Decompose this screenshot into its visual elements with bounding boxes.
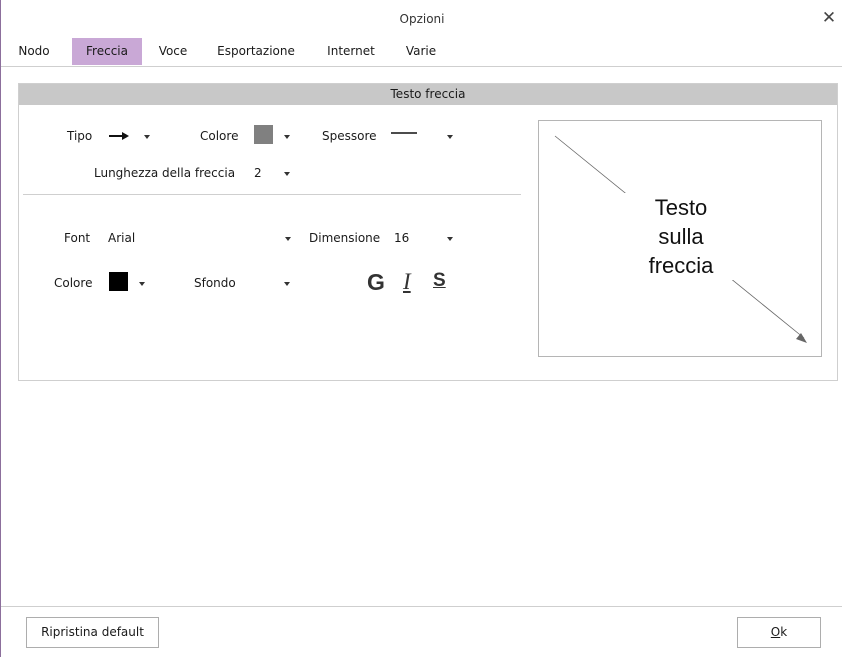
ok-label-rest: k [780,625,788,639]
tab-bar: Nodo Freccia Voce Esportazione Internet … [1,38,842,67]
preview-line-1: Testo [654,195,708,220]
font-select-value[interactable]: Arial [108,231,135,245]
underline-button[interactable]: S [433,270,446,292]
tab-esportazione[interactable]: Esportazione [209,38,303,65]
close-icon[interactable]: ✕ [819,8,839,28]
lunghezza-dropdown[interactable] [284,172,290,176]
spessore-dropdown[interactable] [447,135,453,139]
title-bar: Opzioni ✕ [1,0,842,36]
section-divider [23,194,521,195]
footer-divider [1,606,842,607]
window-title: Opzioni [399,12,445,26]
lunghezza-label: Lunghezza della freccia [94,166,236,180]
tab-voce[interactable]: Voce [153,38,193,65]
options-dialog: Opzioni ✕ Nodo Freccia Voce Esportazione… [0,0,842,657]
tipo-dropdown[interactable] [144,135,150,139]
group-header: Testo freccia [19,84,837,105]
text-colore-label: Colore [54,276,93,290]
tab-internet[interactable]: Internet [319,38,383,65]
tipo-label: Tipo [67,129,93,143]
preview-text: Testo sulla freccia [619,193,743,280]
thin-line-icon[interactable] [391,131,417,137]
italic-button[interactable]: I [403,269,411,295]
tab-nodo[interactable]: Nodo [14,38,54,65]
preview-line-2: sulla [658,224,704,249]
ok-button[interactable]: Ok [737,617,821,648]
ok-accelerator: O [770,625,781,639]
lunghezza-value[interactable]: 2 [254,166,262,180]
right-arrow-icon[interactable] [108,131,130,141]
text-color-dropdown[interactable] [139,282,145,286]
arrow-colore-label: Colore [200,129,239,143]
tab-varie[interactable]: Varie [399,38,443,65]
reset-default-button[interactable]: Ripristina default [26,617,159,648]
preview-line-3: freccia [648,253,714,278]
sfondo-dropdown[interactable] [284,282,290,286]
arrow-preview: Testo sulla freccia [538,120,822,357]
dimensione-dropdown[interactable] [447,237,453,241]
tab-freccia[interactable]: Freccia [72,38,142,65]
spessore-label: Spessore [322,129,377,143]
sfondo-label: Sfondo [194,276,236,290]
font-label: Font [64,231,91,245]
text-color-swatch[interactable] [109,272,128,291]
arrow-color-dropdown[interactable] [284,135,290,139]
font-dropdown[interactable] [285,237,291,241]
arrow-color-swatch[interactable] [254,125,273,144]
dimensione-value[interactable]: 16 [394,231,409,245]
dimensione-label: Dimensione [309,231,381,245]
bold-button[interactable]: G [367,269,385,296]
